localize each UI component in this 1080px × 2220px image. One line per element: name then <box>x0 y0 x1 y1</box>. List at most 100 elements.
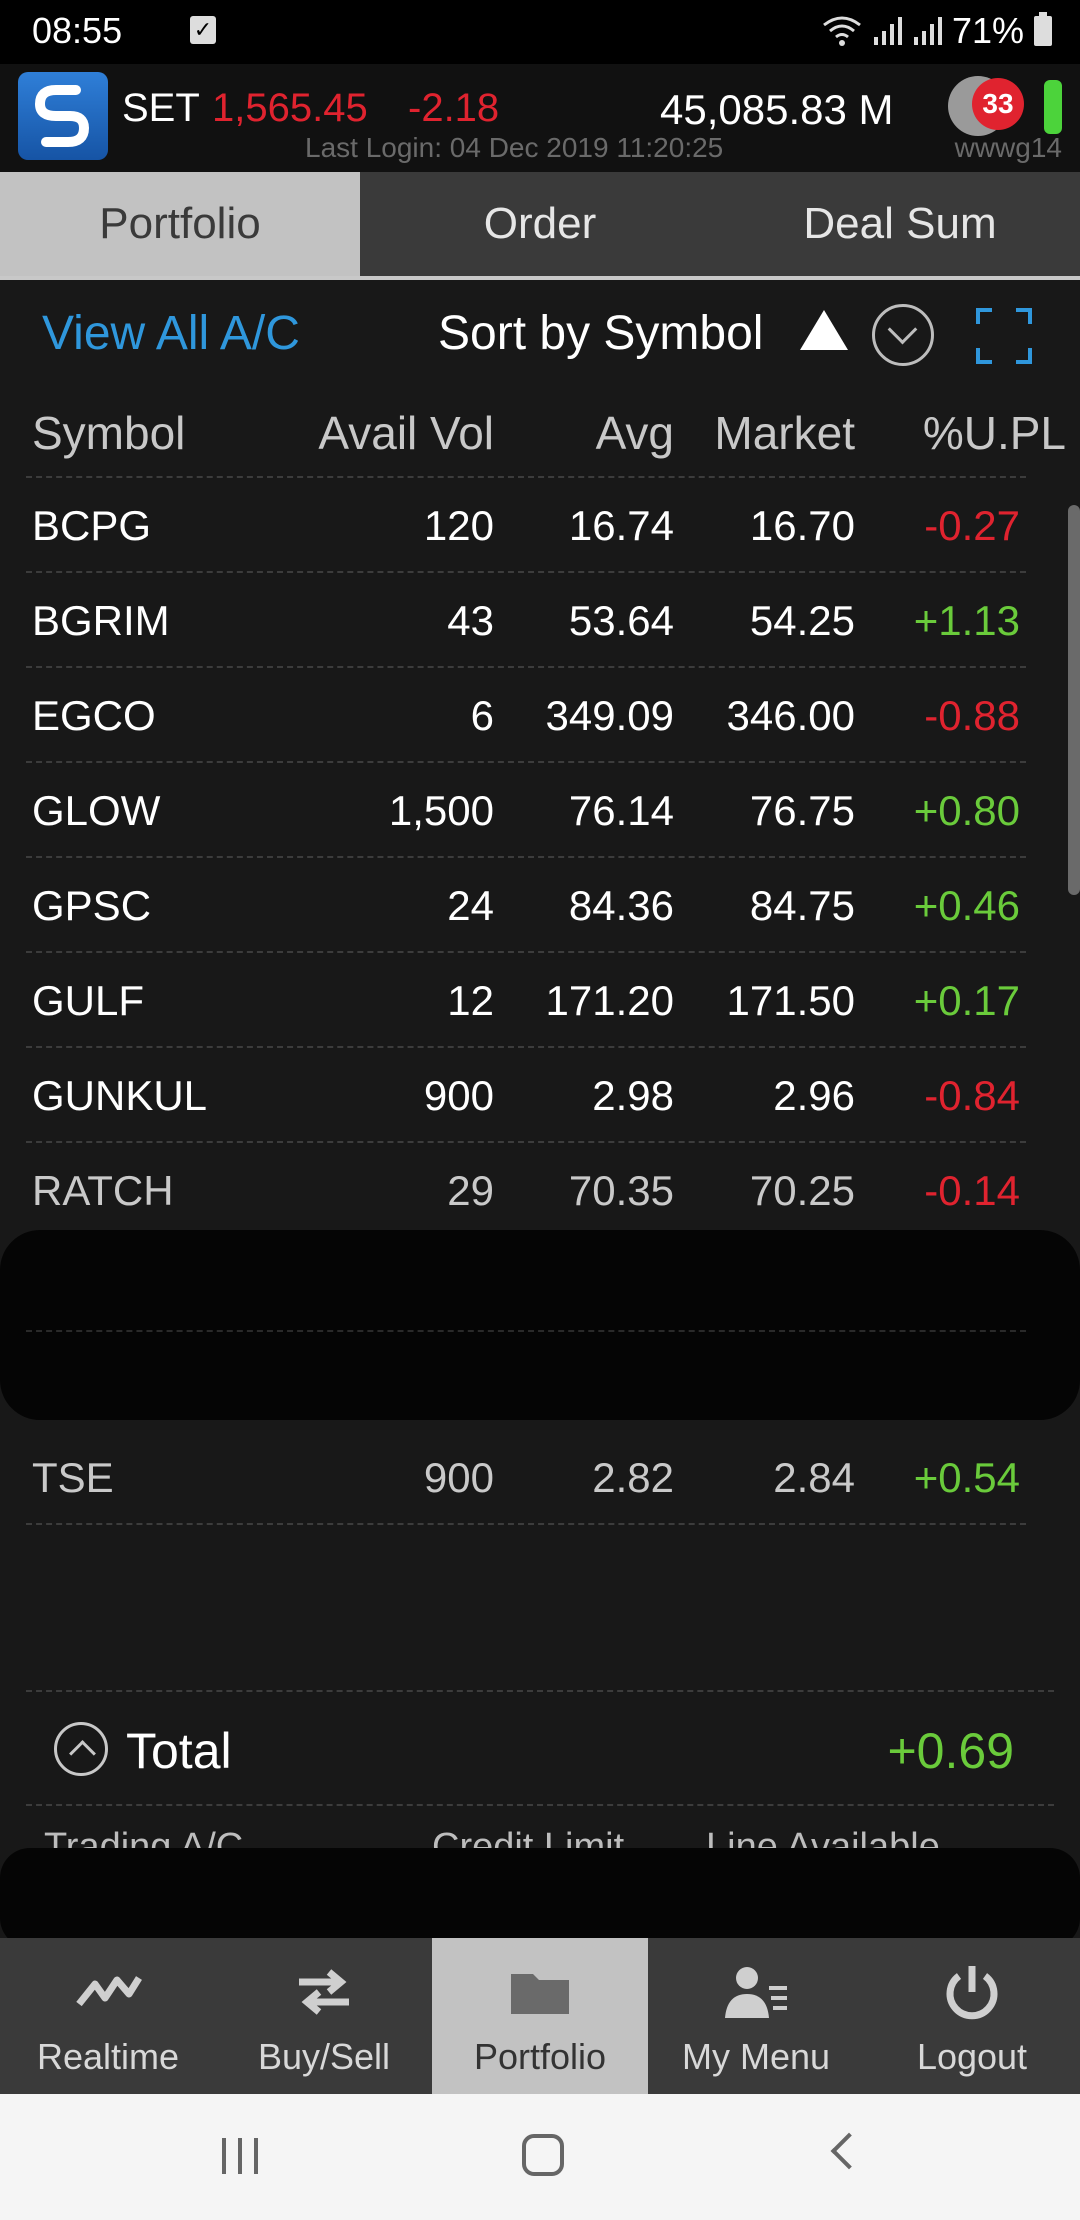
row-market: 16.70 <box>749 502 855 549</box>
row-upl: +0.17 <box>913 977 1020 1024</box>
sort-ascending-icon[interactable] <box>800 310 848 350</box>
top-tabs: Portfolio Order Deal Sum <box>0 172 1080 280</box>
notification-badge[interactable]: 33 <box>972 78 1024 130</box>
divider <box>26 1804 1054 1806</box>
redacted-account-info <box>0 1848 1080 1948</box>
nav-label: Logout <box>916 2036 1028 2077</box>
row-symbol: EGCO <box>32 692 156 739</box>
row-symbol: BGRIM <box>32 597 170 644</box>
row-upl: -0.88 <box>924 692 1020 739</box>
row-market: 2.84 <box>773 1454 855 1501</box>
table-row[interactable]: RATCH 29 70.35 70.25 -0.14 <box>26 1143 1026 1238</box>
row-avail-vol: 900 <box>423 1454 494 1501</box>
row-upl: +1.13 <box>913 597 1020 644</box>
row-avail-vol: 29 <box>447 1167 494 1214</box>
nav-my-menu[interactable]: My Menu <box>648 1938 864 2094</box>
row-avail-vol: 12 <box>447 977 494 1024</box>
row-avail-vol: 1,500 <box>388 787 494 834</box>
clock: 08:55 <box>32 10 123 51</box>
home-icon[interactable] <box>522 2134 564 2176</box>
folder-icon <box>511 1974 569 2014</box>
row-avail-vol: 6 <box>470 692 494 739</box>
nav-label: Realtime <box>36 2036 180 2077</box>
row-symbol: GULF <box>32 977 145 1024</box>
total-value: +0.69 <box>887 1723 1014 1779</box>
last-login: Last Login: 04 Dec 2019 11:20:25 <box>305 132 724 163</box>
row-upl: +0.54 <box>913 1454 1020 1501</box>
row-avg: 16.74 <box>568 502 674 549</box>
portfolio-toolbar: View All A/C Sort by Symbol <box>0 284 1080 388</box>
system-navigation-bar <box>0 2094 1080 2220</box>
row-symbol: BCPG <box>32 502 152 549</box>
row-avail-vol: 24 <box>447 882 494 929</box>
trend-icon <box>76 1976 142 2007</box>
back-icon[interactable] <box>830 2132 868 2170</box>
row-upl: -0.27 <box>924 502 1020 549</box>
index-name: SET <box>122 86 200 130</box>
user-id: wwwg14 <box>954 132 1062 163</box>
bottom-navigation: Realtime Buy/Sell Portfolio My Menu Logo… <box>0 1938 1080 2094</box>
header-avail-vol[interactable]: Avail Vol <box>318 406 494 460</box>
battery-level: 71% <box>951 10 1024 51</box>
row-market: 76.75 <box>749 787 855 834</box>
row-upl: -0.14 <box>924 1167 1020 1214</box>
header-upl[interactable]: %U.PL <box>923 406 1066 460</box>
fullscreen-icon[interactable] <box>976 308 1032 364</box>
nav-label: Buy/Sell <box>257 2036 391 2077</box>
total-label: Total <box>126 1723 232 1779</box>
nav-buy-sell[interactable]: Buy/Sell <box>216 1938 432 2094</box>
header-avg[interactable]: Avg <box>596 406 674 460</box>
table-row[interactable]: GUNKUL 900 2.98 2.96 -0.84 <box>26 1048 1026 1143</box>
row-upl: +0.46 <box>913 882 1020 929</box>
view-all-accounts-link[interactable]: View All A/C <box>42 306 300 361</box>
portfolio-table: Symbol Avail Vol Avg Market %U.PL BCPG 1… <box>0 388 1080 1238</box>
table-row[interactable]: GLOW 1,500 76.14 76.75 +0.80 <box>26 763 1026 858</box>
row-symbol: GUNKUL <box>32 1072 208 1119</box>
status-icons: 71% <box>822 10 1052 52</box>
row-avail-vol: 43 <box>447 597 494 644</box>
nav-logout[interactable]: Logout <box>864 1938 1080 2094</box>
sort-label[interactable]: Sort by Symbol <box>438 306 763 361</box>
table-row[interactable]: TSE 900 2.82 2.84 +0.54 <box>26 1430 1026 1525</box>
table-row[interactable]: GULF 12 171.20 171.50 +0.17 <box>26 953 1026 1048</box>
row-avail-vol: 900 <box>423 1072 494 1119</box>
nav-portfolio[interactable]: Portfolio <box>432 1938 648 2094</box>
row-symbol: GLOW <box>32 787 161 834</box>
row-market: 346.00 <box>726 692 855 739</box>
scrollbar[interactable] <box>1068 505 1080 895</box>
wifi-icon <box>823 16 861 46</box>
table-row[interactable]: BCPG 120 16.74 16.70 -0.27 <box>26 478 1026 573</box>
status-bar: 08:55 ✓ 71% <box>0 0 1080 64</box>
row-avg: 171.20 <box>545 977 674 1024</box>
row-symbol: TSE <box>32 1454 114 1501</box>
row-divider <box>26 1330 1026 1332</box>
recent-apps-icon[interactable] <box>222 2138 262 2174</box>
tab-order[interactable]: Order <box>360 172 720 276</box>
table-row[interactable]: BGRIM 43 53.64 54.25 +1.13 <box>26 573 1026 668</box>
row-market: 70.25 <box>749 1167 855 1214</box>
user-menu-icon <box>725 1967 787 2018</box>
table-header: Symbol Avail Vol Avg Market %U.PL <box>26 388 1066 478</box>
market-volume: 45,085.83 M <box>660 86 894 133</box>
nav-realtime[interactable]: Realtime <box>0 1938 216 2094</box>
row-market: 2.96 <box>773 1072 855 1119</box>
divider <box>26 1690 1054 1692</box>
nav-label: My Menu <box>681 2036 831 2077</box>
header-symbol[interactable]: Symbol <box>32 406 185 460</box>
row-upl: +0.80 <box>913 787 1020 834</box>
collapse-up-icon[interactable] <box>54 1722 108 1776</box>
row-avg: 84.36 <box>568 882 674 929</box>
market-header: SET 1,565.45 -2.18 45,085.83 M Last Logi… <box>0 64 1080 172</box>
checkbox-notification-icon: ✓ <box>190 16 216 44</box>
header-market[interactable]: Market <box>714 406 855 460</box>
battery-icon <box>1034 12 1052 46</box>
table-row[interactable]: EGCO 6 349.09 346.00 -0.88 <box>26 668 1026 763</box>
swap-icon <box>299 1969 349 2015</box>
tab-portfolio[interactable]: Portfolio <box>0 172 360 276</box>
table-row[interactable]: GPSC 24 84.36 84.75 +0.46 <box>26 858 1026 953</box>
tab-deal-sum[interactable]: Deal Sum <box>720 172 1080 276</box>
sort-dropdown-icon[interactable] <box>872 304 934 366</box>
row-avg: 349.09 <box>545 692 674 739</box>
row-avail-vol: 120 <box>423 502 494 549</box>
signal-icon-2 <box>913 17 942 45</box>
